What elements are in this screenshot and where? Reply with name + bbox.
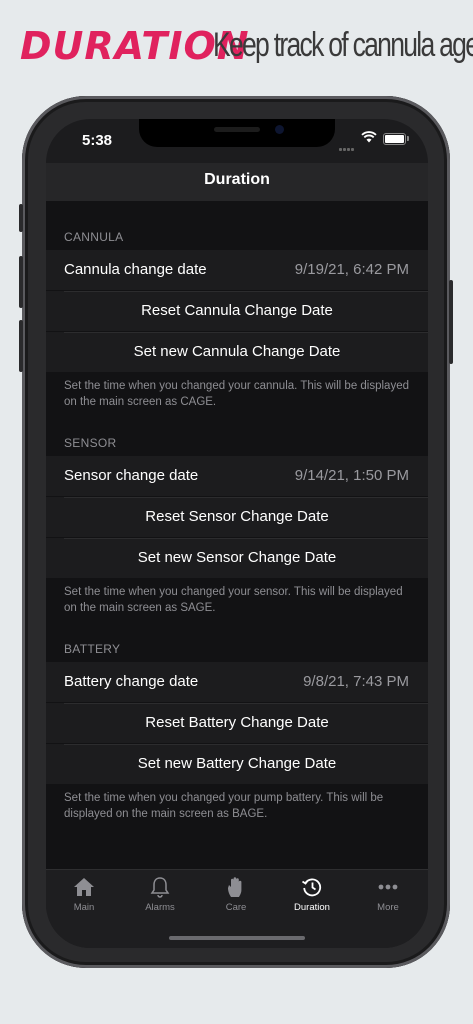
mute-switch — [19, 204, 23, 232]
tab-duration[interactable]: Duration — [274, 876, 350, 913]
hand-icon — [228, 877, 242, 897]
set-cannula-label: Set new Cannula Change Date — [133, 343, 341, 360]
volume-down-button — [19, 320, 23, 372]
promo-banner: DURATION Keep track of cannula age — [0, 14, 473, 78]
notch — [139, 119, 335, 147]
section-header-cannula: CANNULA — [64, 230, 124, 244]
sensor-change-date-label: Sensor change date — [64, 467, 199, 484]
sensor-change-date-value: 9/14/21, 1:50 PM — [294, 467, 409, 484]
bell-icon — [150, 877, 170, 898]
set-cannula-button[interactable]: Set new Cannula Change Date — [46, 332, 428, 372]
cannula-footer-note: Set the time when you changed your cannu… — [64, 380, 409, 408]
tab-care[interactable]: Care — [198, 876, 274, 913]
page-title: Duration — [204, 171, 270, 188]
battery-footer-note: Set the time when you changed your pump … — [64, 792, 384, 820]
tab-alarms-label: Alarms — [145, 902, 175, 913]
tab-bar: Main Alarms Care Duration More — [46, 869, 428, 948]
tab-alarms[interactable]: Alarms — [122, 876, 198, 913]
set-sensor-button[interactable]: Set new Sensor Change Date — [46, 538, 428, 578]
reset-cannula-button[interactable]: Reset Cannula Change Date — [46, 291, 428, 331]
wifi-icon — [361, 131, 377, 143]
ellipsis-icon — [378, 884, 398, 890]
clock-history-icon — [302, 878, 322, 897]
sensor-footer-note: Set the time when you changed your senso… — [64, 586, 403, 614]
reset-battery-button[interactable]: Reset Battery Change Date — [46, 703, 428, 743]
tab-main[interactable]: Main — [46, 876, 122, 913]
set-battery-label: Set new Battery Change Date — [137, 755, 337, 772]
cellular-signal-icon — [339, 138, 355, 156]
reset-battery-label: Reset Battery Change Date — [145, 714, 329, 731]
settings-list[interactable]: CANNULA Cannula change date 9/19/21, 6:4… — [46, 201, 428, 869]
phone-screen: 5:38 Duration CANNULA Cannula change dat… — [46, 119, 428, 948]
promo-subtitle: Keep track of cannula age — [213, 26, 473, 64]
volume-up-button — [19, 256, 23, 308]
reset-sensor-label: Reset Sensor Change Date — [145, 508, 329, 525]
battery-change-date-label: Battery change date — [64, 673, 199, 690]
section-header-sensor: SENSOR — [64, 436, 117, 450]
battery-change-date-value: 9/8/21, 7:43 PM — [303, 673, 409, 690]
navigation-bar: Duration — [46, 163, 428, 202]
power-button — [449, 280, 453, 364]
section-header-battery: BATTERY — [64, 642, 121, 656]
battery-change-date-row[interactable]: Battery change date 9/8/21, 7:43 PM — [46, 662, 428, 702]
cannula-change-date-value: 9/19/21, 6:42 PM — [294, 261, 409, 278]
home-indicator[interactable] — [169, 936, 305, 940]
cannula-change-date-label: Cannula change date — [64, 261, 207, 278]
tab-care-label: Care — [225, 902, 247, 913]
speaker-grille — [214, 127, 260, 132]
reset-cannula-label: Reset Cannula Change Date — [141, 302, 333, 319]
cannula-change-date-row[interactable]: Cannula change date 9/19/21, 6:42 PM — [46, 250, 428, 290]
tab-duration-label: Duration — [294, 902, 330, 913]
battery-icon — [383, 133, 406, 145]
status-time: 5:38 — [82, 132, 113, 149]
tab-more[interactable]: More — [350, 876, 426, 913]
front-camera — [275, 125, 284, 134]
reset-sensor-button[interactable]: Reset Sensor Change Date — [46, 497, 428, 537]
house-icon — [74, 878, 94, 896]
set-battery-button[interactable]: Set new Battery Change Date — [46, 744, 428, 784]
tab-more-label: More — [377, 902, 399, 913]
tab-main-label: Main — [73, 902, 95, 913]
sensor-change-date-row[interactable]: Sensor change date 9/14/21, 1:50 PM — [46, 456, 428, 496]
battery-tip — [407, 136, 409, 141]
set-sensor-label: Set new Sensor Change Date — [137, 549, 337, 566]
